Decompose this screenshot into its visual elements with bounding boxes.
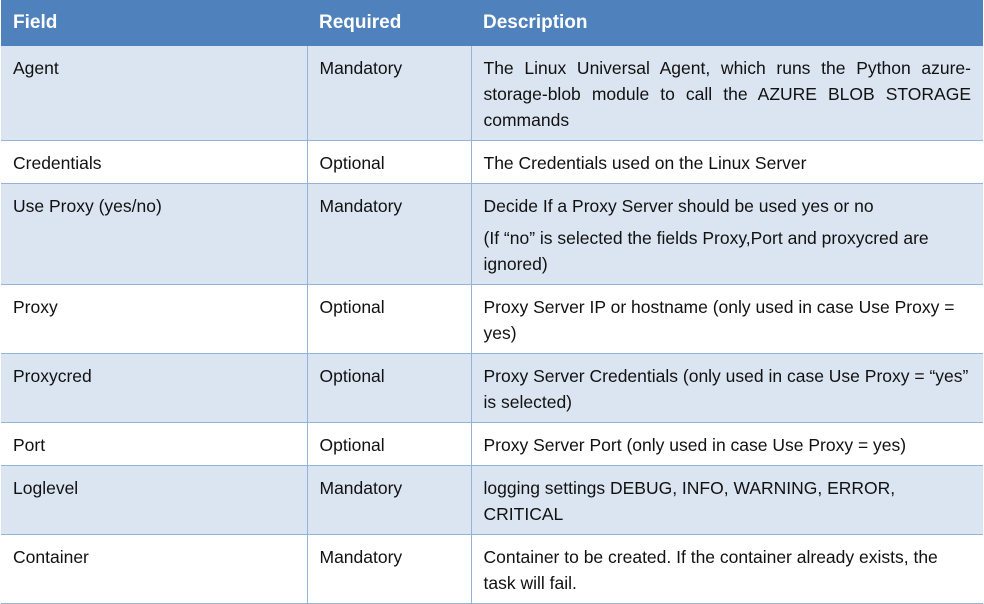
description-cell: Decide If a Proxy Server should be used … [470,183,983,285]
required-cell: Optional [306,353,472,423]
table-row: Credentials Optional The Credentials use… [1,140,983,184]
description-cell: logging settings DEBUG, INFO, WARNING, E… [470,465,983,535]
required-cell: Mandatory [306,465,472,535]
header-row: Field Required Description [1,0,983,46]
fields-table: Field Required Description Agent Mandato… [1,0,983,604]
table-row: Container Mandatory Container to be crea… [1,534,983,604]
description-cell: Proxy Server Credentials (only used in c… [470,353,983,423]
table-row: Agent Mandatory The Linux Universal Agen… [1,46,983,141]
description-cell: The Credentials used on the Linux Server [470,140,983,184]
required-cell: Optional [306,422,472,466]
table-row: Port Optional Proxy Server Port (only us… [1,422,983,466]
required-cell: Optional [306,284,472,354]
field-cell: Proxy [1,284,308,354]
required-cell: Mandatory [306,183,472,285]
description-cell: Proxy Server IP or hostname (only used i… [470,284,983,354]
table-row: Proxy Optional Proxy Server IP or hostna… [1,284,983,354]
header-required: Required [307,0,471,46]
required-cell: Mandatory [306,534,472,604]
table-row: Loglevel Mandatory logging settings DEBU… [1,465,983,535]
field-cell: Agent [1,46,308,141]
field-cell: Credentials [1,140,308,184]
description-cell: Container to be created. If the containe… [470,534,983,604]
description-note: (If “no” is selected the fields Proxy,Po… [483,228,929,274]
description-cell: Proxy Server Port (only used in case Use… [470,422,983,466]
field-cell: Container [1,534,308,604]
field-cell: Proxycred [1,353,308,423]
header-description: Description [471,0,983,46]
description-cell: The Linux Universal Agent, which runs th… [470,46,983,141]
table-row: Proxycred Optional Proxy Server Credenti… [1,353,983,423]
description-text: Decide If a Proxy Server should be used … [483,196,874,216]
required-cell: Optional [306,140,472,184]
field-cell: Use Proxy (yes/no) [1,183,308,285]
header-field: Field [1,0,307,46]
field-cell: Loglevel [1,465,308,535]
required-cell: Mandatory [306,46,472,141]
field-cell: Port [1,422,308,466]
table-row: Use Proxy (yes/no) Mandatory Decide If a… [1,183,983,285]
